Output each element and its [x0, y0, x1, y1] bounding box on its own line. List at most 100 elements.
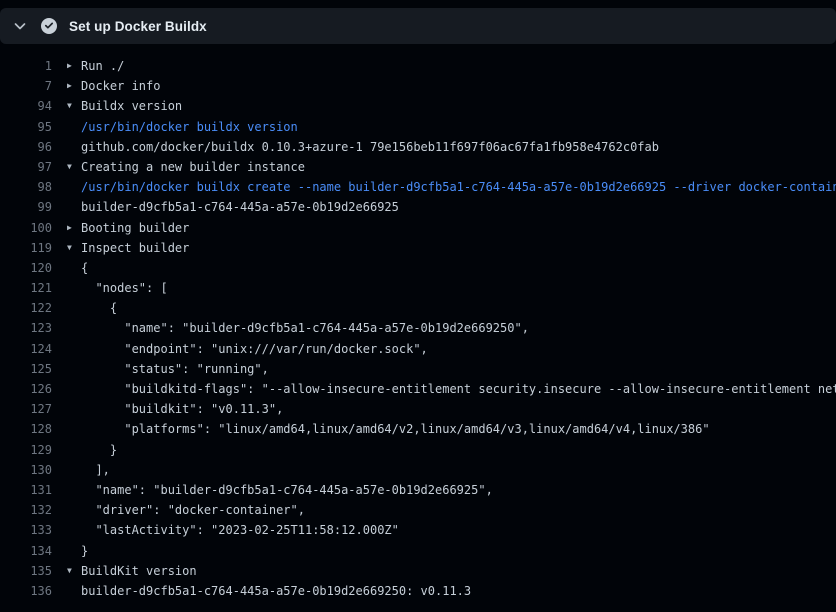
line-number[interactable]: 98 — [0, 177, 52, 197]
log-line[interactable]: 7 ▶ Docker info — [0, 76, 836, 96]
line-number[interactable]: 99 — [0, 197, 52, 217]
triangle-right-icon[interactable]: ▶ — [67, 76, 81, 96]
log-line[interactable]: 94 ▼ Buildx version — [0, 96, 836, 116]
step-header[interactable]: Set up Docker Buildx — [0, 8, 836, 44]
line-number[interactable]: 135 — [0, 561, 52, 581]
line-number[interactable]: 120 — [0, 258, 52, 278]
log-line[interactable]: 135 ▼ BuildKit version — [0, 561, 836, 581]
log-line: 132 "driver": "docker-container", — [0, 500, 836, 520]
group-toggle-icon — [67, 460, 81, 480]
line-number[interactable]: 121 — [0, 278, 52, 298]
log-text: /usr/bin/docker buildx version — [81, 117, 298, 137]
group-toggle-icon — [67, 480, 81, 500]
line-number[interactable]: 7 — [0, 76, 52, 96]
group-toggle-icon — [67, 197, 81, 217]
log-text: BuildKit version — [81, 561, 197, 581]
group-toggle-icon — [67, 318, 81, 338]
log-text: builder-d9cfb5a1-c764-445a-a57e-0b19d2e6… — [81, 197, 399, 217]
line-number[interactable]: 124 — [0, 339, 52, 359]
log-line: 95 /usr/bin/docker buildx version — [0, 117, 836, 137]
log-line: 122 { — [0, 298, 836, 318]
log-line: 136 builder-d9cfb5a1-c764-445a-a57e-0b19… — [0, 581, 836, 601]
group-toggle-icon — [67, 399, 81, 419]
check-circle-icon — [41, 18, 57, 34]
log-line: 131 "name": "builder-d9cfb5a1-c764-445a-… — [0, 480, 836, 500]
log-text: "name": "builder-d9cfb5a1-c764-445a-a57e… — [81, 318, 529, 338]
log-line: 133 "lastActivity": "2023-02-25T11:58:12… — [0, 520, 836, 540]
log-line: 128 "platforms": "linux/amd64,linux/amd6… — [0, 419, 836, 439]
log-text: "nodes": [ — [81, 278, 168, 298]
log-text: github.com/docker/buildx 0.10.3+azure-1 … — [81, 137, 659, 157]
log-line: 96 github.com/docker/buildx 0.10.3+azure… — [0, 137, 836, 157]
triangle-down-icon[interactable]: ▼ — [67, 561, 81, 581]
line-number[interactable]: 97 — [0, 157, 52, 177]
log-text: Run ./ — [81, 56, 124, 76]
log-line: 99 builder-d9cfb5a1-c764-445a-a57e-0b19d… — [0, 197, 836, 217]
log-text: Inspect builder — [81, 238, 189, 258]
log-line: 123 "name": "builder-d9cfb5a1-c764-445a-… — [0, 318, 836, 338]
log-text: /usr/bin/docker buildx create --name bui… — [81, 177, 836, 197]
log-line: 126 "buildkitd-flags": "--allow-insecure… — [0, 379, 836, 399]
log-container: 1 ▶ Run ./ 7 ▶ Docker info 94 ▼ Buildx v… — [0, 56, 836, 601]
line-number[interactable]: 128 — [0, 419, 52, 439]
log-text: "lastActivity": "2023-02-25T11:58:12.000… — [81, 520, 399, 540]
log-line[interactable]: 119 ▼ Inspect builder — [0, 238, 836, 258]
line-number[interactable]: 127 — [0, 399, 52, 419]
line-number[interactable]: 129 — [0, 440, 52, 460]
line-number[interactable]: 96 — [0, 137, 52, 157]
group-toggle-icon — [67, 500, 81, 520]
log-text: "endpoint": "unix:///var/run/docker.sock… — [81, 339, 428, 359]
log-text: builder-d9cfb5a1-c764-445a-a57e-0b19d2e6… — [81, 581, 471, 601]
line-number[interactable]: 122 — [0, 298, 52, 318]
log-line[interactable]: 100 ▶ Booting builder — [0, 218, 836, 238]
group-toggle-icon — [67, 520, 81, 540]
group-toggle-icon — [67, 117, 81, 137]
log-line: 124 "endpoint": "unix:///var/run/docker.… — [0, 339, 836, 359]
line-number[interactable]: 95 — [0, 117, 52, 137]
triangle-down-icon[interactable]: ▼ — [67, 238, 81, 258]
log-text: Buildx version — [81, 96, 182, 116]
line-number[interactable]: 125 — [0, 359, 52, 379]
line-number[interactable]: 133 — [0, 520, 52, 540]
log-text: "platforms": "linux/amd64,linux/amd64/v2… — [81, 419, 710, 439]
line-number[interactable]: 94 — [0, 96, 52, 116]
group-toggle-icon — [67, 379, 81, 399]
log-text: } — [81, 541, 88, 561]
triangle-down-icon[interactable]: ▼ — [67, 96, 81, 116]
triangle-down-icon[interactable]: ▼ — [67, 157, 81, 177]
log-line: 125 "status": "running", — [0, 359, 836, 379]
group-toggle-icon — [67, 541, 81, 561]
group-toggle-icon — [67, 581, 81, 601]
line-number[interactable]: 1 — [0, 56, 52, 76]
log-text: "buildkitd-flags": "--allow-insecure-ent… — [81, 379, 836, 399]
line-number[interactable]: 100 — [0, 218, 52, 238]
line-number[interactable]: 131 — [0, 480, 52, 500]
group-toggle-icon — [67, 137, 81, 157]
line-number[interactable]: 132 — [0, 500, 52, 520]
log-text: { — [81, 258, 88, 278]
log-line: 98 /usr/bin/docker buildx create --name … — [0, 177, 836, 197]
log-line: 130 ], — [0, 460, 836, 480]
group-toggle-icon — [67, 298, 81, 318]
log-line: 134 } — [0, 541, 836, 561]
triangle-right-icon[interactable]: ▶ — [67, 218, 81, 238]
log-text: "driver": "docker-container", — [81, 500, 305, 520]
log-line[interactable]: 97 ▼ Creating a new builder instance — [0, 157, 836, 177]
line-number[interactable]: 119 — [0, 238, 52, 258]
triangle-right-icon[interactable]: ▶ — [67, 56, 81, 76]
log-line: 120 { — [0, 258, 836, 278]
log-line[interactable]: 1 ▶ Run ./ — [0, 56, 836, 76]
line-number[interactable]: 126 — [0, 379, 52, 399]
log-text: "name": "builder-d9cfb5a1-c764-445a-a57e… — [81, 480, 493, 500]
line-number[interactable]: 136 — [0, 581, 52, 601]
line-number[interactable]: 134 — [0, 541, 52, 561]
chevron-down-icon[interactable] — [12, 18, 28, 34]
group-toggle-icon — [67, 440, 81, 460]
group-toggle-icon — [67, 177, 81, 197]
log-line: 127 "buildkit": "v0.11.3", — [0, 399, 836, 419]
log-text: Creating a new builder instance — [81, 157, 305, 177]
log-text: } — [81, 440, 117, 460]
log-line: 129 } — [0, 440, 836, 460]
line-number[interactable]: 130 — [0, 460, 52, 480]
line-number[interactable]: 123 — [0, 318, 52, 338]
